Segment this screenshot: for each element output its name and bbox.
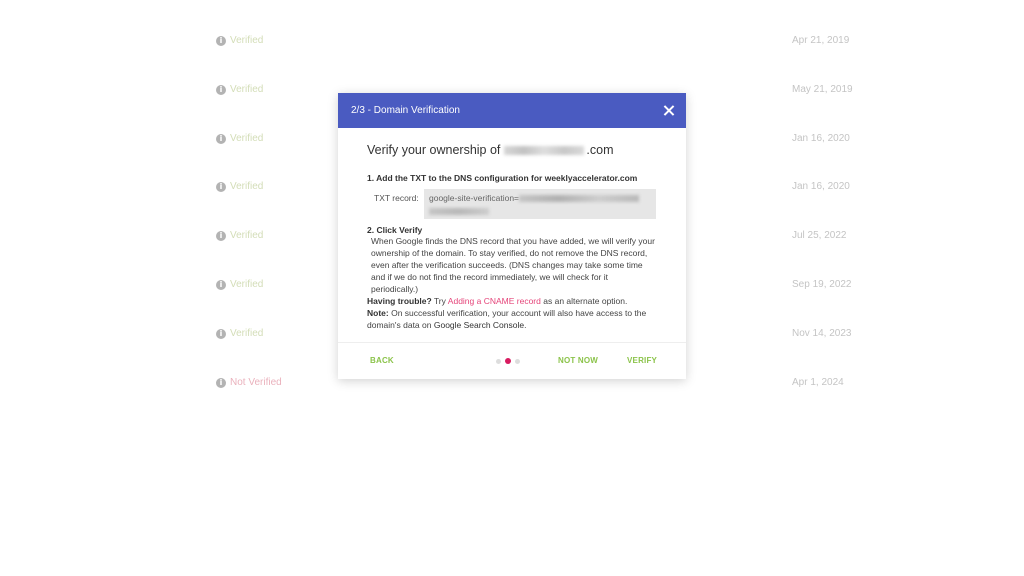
dialog-body: Verify your ownership of .com 1. Add the… <box>338 128 686 331</box>
date-text: Nov 14, 2023 <box>792 328 852 339</box>
info-icon: i <box>216 35 226 46</box>
trouble-try: Try <box>433 296 446 306</box>
info-icon: i <box>216 181 226 192</box>
redacted-domain <box>504 145 585 155</box>
txt-record-value[interactable]: google-site-verification= <box>424 189 656 219</box>
status-badge: i Not Verified <box>216 377 282 388</box>
status-badge: i Verified <box>216 133 263 144</box>
info-icon: i <box>216 84 226 95</box>
cname-link[interactable]: Adding a CNAME record <box>448 296 541 306</box>
trouble-label: Having trouble? <box>367 296 432 306</box>
txt-record-prefix: google-site-verification= <box>429 193 520 203</box>
date-text: Jan 16, 2020 <box>792 133 850 144</box>
step-indicator <box>496 358 520 364</box>
verify-heading: Verify your ownership of .com <box>367 143 657 157</box>
redacted-token <box>519 195 640 203</box>
dialog-header: 2/3 - Domain Verification <box>338 93 686 128</box>
heading-prefix: Verify your ownership of <box>367 143 501 157</box>
back-button[interactable]: BACK <box>370 356 394 365</box>
heading-suffix: .com <box>586 143 614 157</box>
txt-record-row: TXT record: google-site-verification= <box>374 189 657 219</box>
status-badge: i Verified <box>216 328 263 339</box>
domain-verification-dialog: 2/3 - Domain Verification Verify your ow… <box>338 93 686 379</box>
date-text: Jan 16, 2020 <box>792 181 850 192</box>
status-text: Not Verified <box>230 377 282 388</box>
step-dot <box>496 358 501 364</box>
date-text: Apr 1, 2024 <box>792 377 844 388</box>
verify-button[interactable]: VERIFY <box>627 356 657 365</box>
trouble-suffix: as an alternate option. <box>543 296 628 306</box>
step1-title: 1. Add the TXT to the DNS configuration … <box>367 173 638 183</box>
date-text: Sep 19, 2022 <box>792 279 852 290</box>
search-console-link[interactable]: Google Search Console <box>434 320 524 330</box>
status-text: Verified <box>230 181 264 192</box>
info-icon: i <box>216 230 226 241</box>
status-text: Verified <box>230 133 264 144</box>
status-text: Verified <box>230 328 264 339</box>
step2-description: When Google finds the DNS record that yo… <box>371 236 655 294</box>
date-text: Jul 25, 2022 <box>792 230 847 241</box>
status-badge: i Verified <box>216 181 263 192</box>
status-text: Verified <box>230 35 264 46</box>
date-text: Apr 21, 2019 <box>792 35 850 46</box>
step-dot-active <box>505 358 511 364</box>
step2-title: 2. Click Verify <box>367 225 423 235</box>
status-text: Verified <box>230 279 264 290</box>
txt-record-label: TXT record: <box>374 193 419 203</box>
step-dot <box>515 358 520 364</box>
note-line: Note: On successful verification, your a… <box>367 307 657 331</box>
status-badge: i Verified <box>216 84 263 95</box>
close-icon[interactable] <box>661 103 677 119</box>
status-badge: i Verified <box>216 230 263 241</box>
status-text: Verified <box>230 84 264 95</box>
note-label: Note: <box>367 308 389 318</box>
date-text: May 21, 2019 <box>792 84 853 95</box>
info-icon: i <box>216 377 226 388</box>
list-item: i Verified Apr 21, 2019 <box>0 35 1024 55</box>
dialog-footer: BACK NOT NOW VERIFY <box>338 342 686 379</box>
note-end: . <box>524 320 527 330</box>
info-icon: i <box>216 279 226 290</box>
status-badge: i Verified <box>216 35 263 46</box>
redacted-token-cont <box>429 208 489 215</box>
list-item: i Not Verified Apr 1, 2024 <box>0 377 1024 397</box>
dialog-title: 2/3 - Domain Verification <box>351 105 460 116</box>
info-icon: i <box>216 133 226 144</box>
status-text: Verified <box>230 230 264 241</box>
trouble-line: Having trouble? Try Adding a CNAME recor… <box>367 295 657 307</box>
info-icon: i <box>216 328 226 339</box>
not-now-button[interactable]: NOT NOW <box>558 356 598 365</box>
status-badge: i Verified <box>216 279 263 290</box>
